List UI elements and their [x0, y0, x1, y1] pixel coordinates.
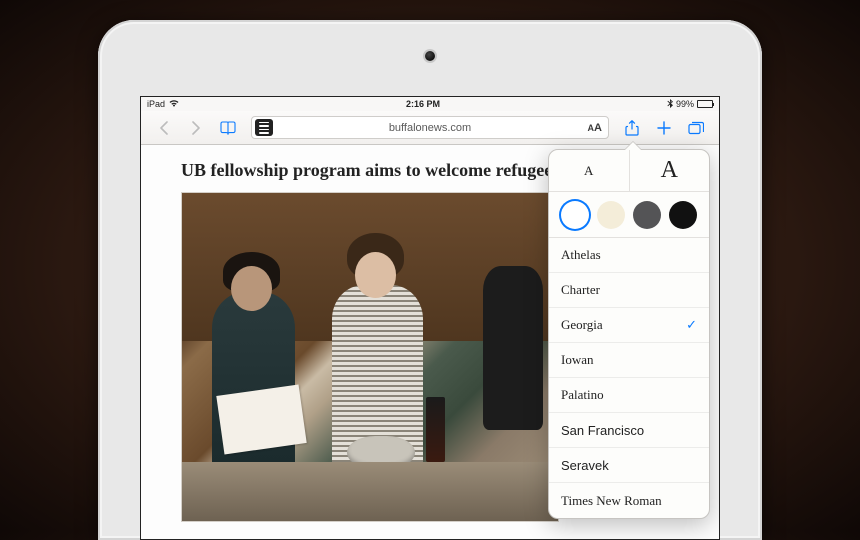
forward-button[interactable] — [181, 115, 211, 141]
bookmarks-button[interactable] — [213, 115, 243, 141]
carrier-label: iPad — [147, 99, 165, 109]
font-label: Times New Roman — [561, 493, 662, 509]
reader-mode-icon[interactable] — [255, 119, 273, 136]
new-tab-button[interactable] — [649, 115, 679, 141]
status-bar: iPad 2:16 PM 99% — [141, 97, 719, 111]
article-photo — [181, 192, 559, 522]
theme-swatch-1[interactable] — [597, 201, 625, 229]
battery-icon — [697, 100, 713, 108]
font-option-palatino[interactable]: Palatino — [549, 378, 709, 413]
theme-swatch-3[interactable] — [669, 201, 697, 229]
battery-percent: 99% — [676, 99, 694, 109]
ipad-screen: iPad 2:16 PM 99% — [140, 96, 720, 540]
url-domain: buffalonews.com — [252, 122, 608, 134]
font-option-iowan[interactable]: Iowan — [549, 343, 709, 378]
reader-appearance-button[interactable]: AA — [588, 122, 602, 134]
checkmark-icon: ✓ — [686, 317, 697, 333]
reader-appearance-popover: A A Athelas Charter Georgia ✓ Iowan Palatino S… — [548, 149, 710, 519]
share-button[interactable] — [617, 115, 647, 141]
theme-swatch-2[interactable] — [633, 201, 661, 229]
back-button[interactable] — [149, 115, 179, 141]
font-list: Athelas Charter Georgia ✓ Iowan Palatino San F… — [549, 238, 709, 518]
url-bar[interactable]: buffalonews.com AA — [251, 116, 609, 139]
clock: 2:16 PM — [179, 99, 667, 109]
tabs-button[interactable] — [681, 115, 711, 141]
theme-swatch-0[interactable] — [561, 201, 589, 229]
font-option-times-new-roman[interactable]: Times New Roman — [549, 483, 709, 518]
font-option-georgia[interactable]: Georgia ✓ — [549, 308, 709, 343]
font-option-charter[interactable]: Charter — [549, 273, 709, 308]
wifi-icon — [169, 99, 179, 109]
font-label: Charter — [561, 282, 600, 298]
front-camera — [425, 51, 435, 61]
font-label: Athelas — [561, 247, 601, 263]
text-size-larger[interactable]: A — [630, 150, 710, 191]
theme-row — [549, 192, 709, 238]
text-size-smaller[interactable]: A — [549, 150, 630, 191]
ipad-bezel: iPad 2:16 PM 99% — [98, 20, 762, 540]
font-label: Iowan — [561, 352, 594, 368]
font-label: Seravek — [561, 458, 609, 473]
font-option-athelas[interactable]: Athelas — [549, 238, 709, 273]
bluetooth-icon — [667, 99, 673, 110]
font-option-san-francisco[interactable]: San Francisco — [549, 413, 709, 448]
safari-toolbar: buffalonews.com AA — [141, 111, 719, 145]
font-label: Georgia — [561, 317, 603, 333]
font-option-seravek[interactable]: Seravek — [549, 448, 709, 483]
font-label: San Francisco — [561, 423, 644, 438]
font-label: Palatino — [561, 387, 604, 403]
